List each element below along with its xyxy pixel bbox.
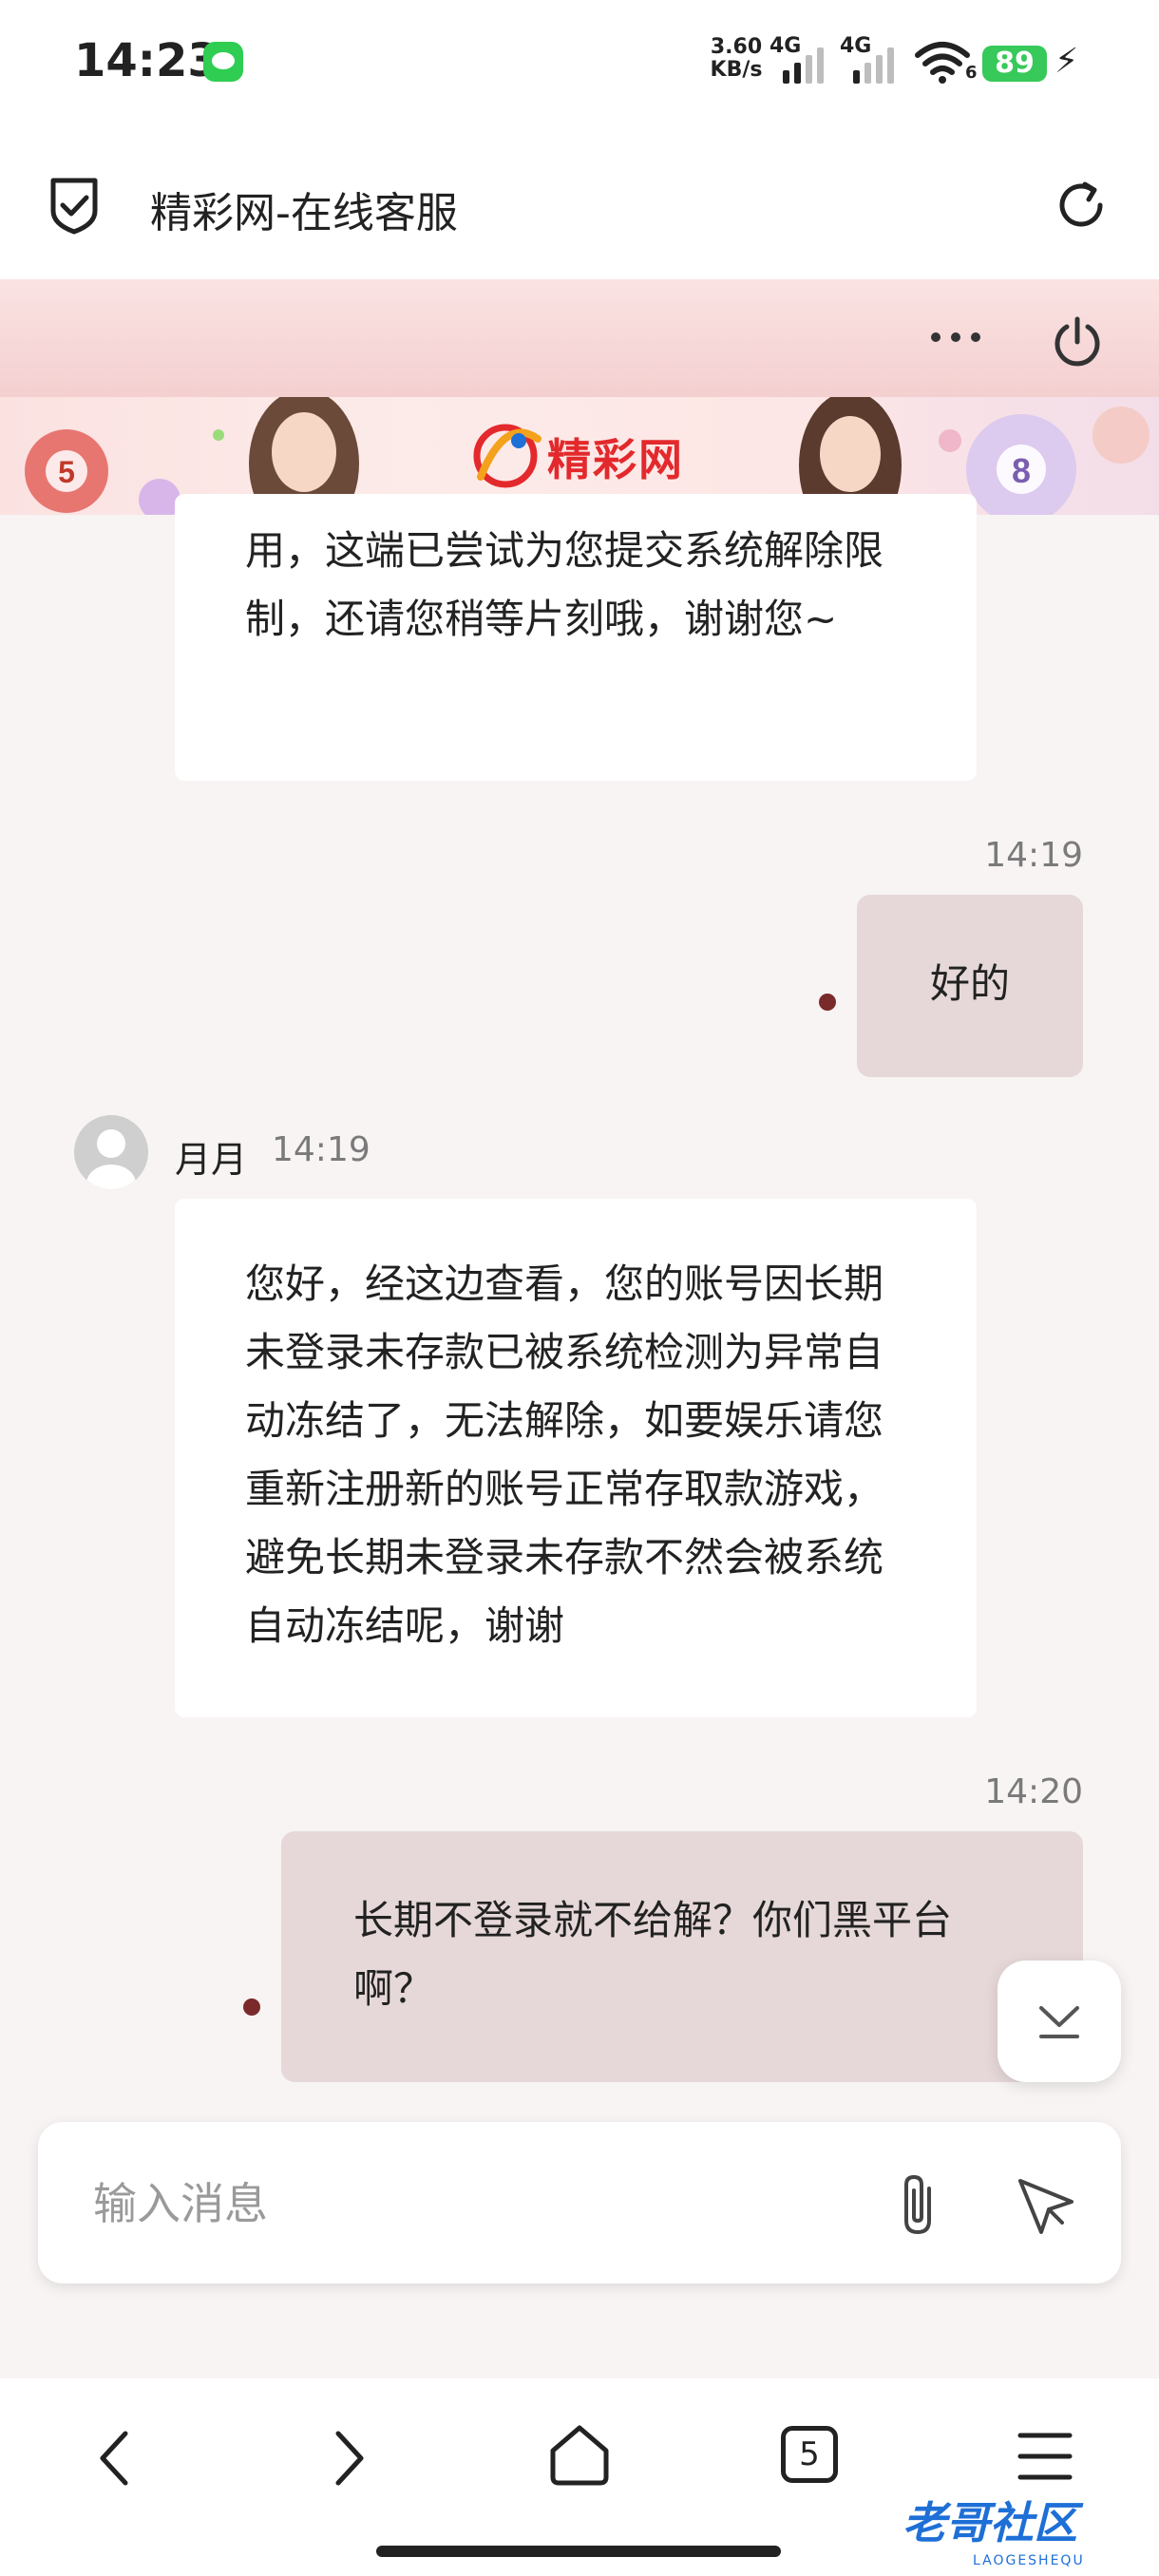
wifi-band-label: 6 xyxy=(965,63,978,83)
brand-name: 精彩网 xyxy=(547,434,684,485)
agent-message-text: 用，这端已尝试为您提交系统解除限制，还请您稍等片刻哦，谢谢您~ xyxy=(245,527,884,642)
status-time: 14:23 xyxy=(74,34,219,87)
unread-indicator xyxy=(819,994,836,1011)
svg-text:8: 8 xyxy=(1012,451,1031,490)
message-time: 14:19 xyxy=(272,1130,370,1169)
message-time: 14:19 xyxy=(984,836,1083,875)
back-icon[interactable] xyxy=(91,2428,142,2489)
avatar[interactable] xyxy=(74,1115,148,1189)
network-speed-unit: KB/s xyxy=(710,58,763,82)
chevron-down-icon xyxy=(1039,2006,1079,2038)
unread-indicator xyxy=(243,1998,260,2016)
watermark-logo: 老哥社区 xyxy=(902,2497,1077,2548)
power-icon[interactable] xyxy=(1049,313,1106,370)
scroll-to-bottom-button[interactable] xyxy=(998,1960,1121,2082)
message-time: 14:20 xyxy=(984,1772,1083,1811)
page-title: 精彩网-在线客服 xyxy=(150,189,458,237)
message-input-box xyxy=(38,2122,1121,2283)
wifi-icon xyxy=(914,40,971,84)
tabs-count: 5 xyxy=(799,2435,820,2473)
network-speed: 3.60 KB/s xyxy=(708,36,765,82)
network-speed-value: 3.60 xyxy=(710,35,763,59)
charging-icon: ⚡ xyxy=(1054,42,1079,81)
battery-level: 89 xyxy=(982,46,1047,82)
home-icon[interactable] xyxy=(547,2422,612,2489)
home-indicator[interactable] xyxy=(376,2546,781,2557)
agent-name: 月月 xyxy=(175,1139,248,1181)
reload-icon[interactable] xyxy=(1053,177,1110,234)
message-app-icon xyxy=(203,42,243,82)
svg-text:5: 5 xyxy=(58,455,75,489)
send-icon[interactable] xyxy=(1013,2173,1079,2240)
tabs-button[interactable]: 5 xyxy=(781,2426,838,2483)
sim2-signal-icon xyxy=(853,42,902,84)
agent-message-text: 您好，经这边查看，您的账号因长期未登录未存款已被系统检测为异常自动冻结了，无法解… xyxy=(245,1260,884,1649)
user-message-text: 好的 xyxy=(929,960,1010,1007)
forward-icon[interactable] xyxy=(323,2428,374,2489)
chat-header xyxy=(0,279,1159,397)
user-message-text: 长期不登录就不给解？你们黑平台啊？ xyxy=(353,1897,953,2012)
watermark-subtext: LAOGESHEQU xyxy=(973,2553,1085,2568)
menu-icon[interactable] xyxy=(1016,2430,1074,2483)
attachment-icon[interactable] xyxy=(891,2169,948,2240)
sim1-signal-icon xyxy=(783,42,832,84)
shield-check-icon[interactable] xyxy=(46,175,103,236)
message-input[interactable] xyxy=(91,2165,855,2243)
more-options-icon[interactable] xyxy=(927,327,984,350)
